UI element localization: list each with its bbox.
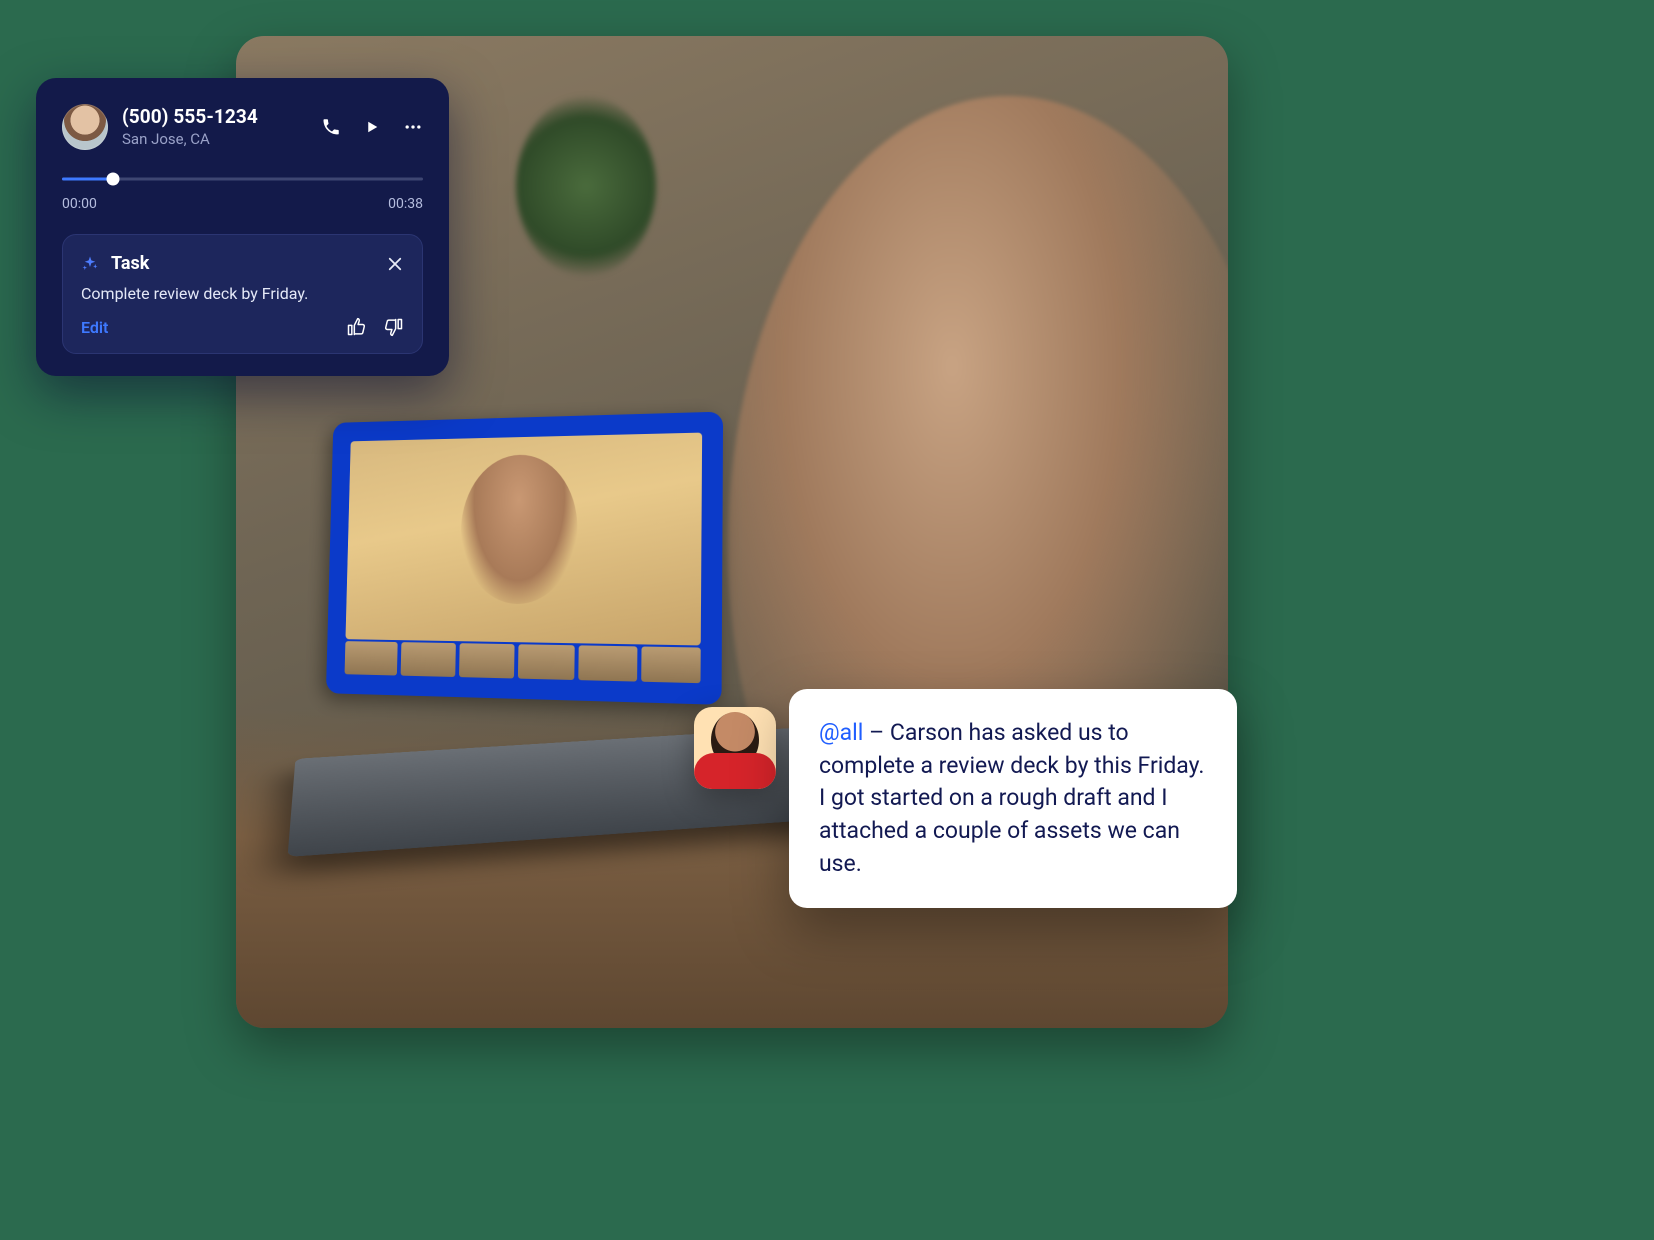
caller-location: San Jose, CA bbox=[122, 130, 307, 148]
sparkle-icon bbox=[81, 255, 99, 273]
message-body: – Carson has asked us to complete a revi… bbox=[819, 719, 1204, 877]
message-bubble: @all – Carson has asked us to complete a… bbox=[789, 689, 1237, 908]
close-icon[interactable] bbox=[386, 255, 404, 273]
call-card: (500) 555-1234 San Jose, CA 00:00 00:38 bbox=[36, 78, 449, 376]
playback-slider[interactable] bbox=[62, 172, 423, 186]
play-icon[interactable] bbox=[363, 118, 381, 136]
thumbs-down-icon[interactable] bbox=[384, 317, 404, 337]
caller-phone: (500) 555-1234 bbox=[122, 106, 307, 129]
thumbs-up-icon[interactable] bbox=[346, 317, 366, 337]
time-total: 00:38 bbox=[388, 196, 423, 212]
time-elapsed: 00:00 bbox=[62, 196, 97, 212]
task-description: Complete review deck by Friday. bbox=[81, 284, 404, 303]
mention-all[interactable]: @all bbox=[819, 719, 863, 746]
caller-avatar bbox=[62, 104, 108, 150]
playback-thumb[interactable] bbox=[106, 173, 119, 186]
call-icon[interactable] bbox=[321, 117, 341, 137]
playback-fill bbox=[62, 178, 113, 181]
message-text: @all – Carson has asked us to complete a… bbox=[819, 717, 1207, 880]
message-author-avatar bbox=[694, 707, 776, 789]
task-card: Task Complete review deck by Friday. Edi… bbox=[62, 234, 423, 354]
task-title: Task bbox=[111, 253, 374, 274]
more-icon[interactable] bbox=[403, 117, 423, 137]
edit-button[interactable]: Edit bbox=[81, 318, 108, 337]
